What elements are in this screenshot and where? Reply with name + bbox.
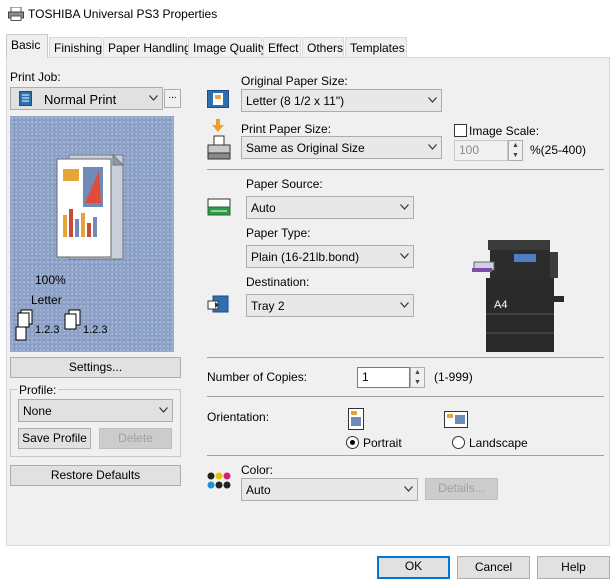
chevron-down-icon	[400, 302, 409, 308]
chevron-down-icon	[159, 407, 168, 413]
preview-copies-b: 1.2.3	[83, 324, 108, 336]
tab-paper-handling[interactable]: Paper Handling	[103, 37, 191, 57]
preview-paper-size: Letter	[31, 293, 62, 307]
divider	[207, 357, 604, 358]
preview-copies-a: 1.2.3	[35, 324, 60, 336]
destination-label: Destination:	[246, 275, 310, 289]
chevron-down-icon	[428, 97, 437, 103]
stack-icon	[64, 309, 81, 330]
color-value: Auto	[246, 483, 271, 497]
divider	[207, 169, 604, 170]
original-paper-size-select[interactable]: Letter (8 1/2 x 11")	[241, 89, 442, 112]
paper-type-value: Plain (16-21lb.bond)	[251, 250, 360, 264]
cancel-button[interactable]: Cancel	[457, 556, 530, 579]
paper-type-select[interactable]: Plain (16-21lb.bond)	[246, 245, 414, 268]
color-label: Color:	[241, 463, 274, 477]
chevron-down-icon	[404, 486, 413, 492]
print-job-select[interactable]: Normal Print	[10, 87, 163, 110]
chevron-down-icon	[400, 204, 409, 210]
color-dots-icon	[207, 472, 231, 489]
delete-profile-button[interactable]: Delete	[99, 428, 172, 449]
print-job-more-button[interactable]: ...	[164, 89, 181, 108]
collate-stack-icon	[15, 309, 33, 341]
portrait-label: Portrait	[363, 436, 402, 450]
help-button[interactable]: Help	[537, 556, 610, 579]
destination-select[interactable]: Tray 2	[246, 294, 414, 317]
tab-templates[interactable]: Templates	[345, 37, 407, 57]
chevron-down-icon	[428, 144, 437, 150]
print-paper-size-value: Same as Original Size	[246, 141, 365, 155]
image-scale-range: %(25-400)	[530, 143, 587, 157]
profile-value: None	[23, 404, 52, 418]
copies-input[interactable]: 1	[357, 367, 410, 388]
portrait-radio[interactable]	[346, 436, 359, 449]
paper-source-label: Paper Source:	[246, 177, 323, 191]
landscape-icon	[444, 411, 468, 428]
document-preview-icon	[56, 153, 125, 260]
image-scale-checkbox[interactable]	[454, 124, 467, 137]
print-paper-size-label: Print Paper Size:	[241, 122, 332, 136]
original-paper-size-value: Letter (8 1/2 x 11")	[246, 94, 345, 108]
print-paper-printer-icon	[207, 135, 231, 160]
landscape-label: Landscape	[469, 436, 528, 450]
copies-range: (1-999)	[434, 370, 473, 384]
divider	[207, 396, 604, 397]
title-bar: TOSHIBA Universal PS3 Properties	[0, 0, 616, 30]
copies-spinner[interactable]: ▲ ▼	[410, 367, 425, 388]
destination-value: Tray 2	[251, 299, 285, 313]
chevron-down-icon	[400, 253, 409, 259]
paper-tray-icon	[207, 198, 231, 216]
tab-basic[interactable]: Basic	[6, 34, 48, 58]
copies-label: Number of Copies:	[207, 370, 308, 384]
paper-source-select[interactable]: Auto	[246, 196, 414, 219]
image-scale-spinner[interactable]: ▲ ▼	[508, 140, 523, 161]
print-job-value: Normal Print	[44, 92, 117, 107]
save-profile-button[interactable]: Save Profile	[18, 428, 91, 449]
preview-pane: 100% Letter 1.2.3 1.2.3	[10, 116, 174, 352]
arrow-down-icon	[212, 119, 224, 132]
landscape-radio[interactable]	[452, 436, 465, 449]
ok-button[interactable]: OK	[377, 556, 450, 579]
chevron-down-icon	[149, 95, 158, 101]
color-select[interactable]: Auto	[241, 478, 418, 501]
paper-source-value: Auto	[251, 201, 276, 215]
printer-tray-label: A4	[494, 299, 508, 311]
tab-finishing[interactable]: Finishing	[49, 37, 102, 57]
window-title: TOSHIBA Universal PS3 Properties	[28, 7, 218, 21]
document-icon	[19, 91, 32, 106]
tab-others[interactable]: Others	[302, 37, 344, 57]
output-tray-icon	[207, 295, 229, 313]
printer-device-icon	[472, 240, 564, 352]
printer-icon	[8, 7, 24, 21]
settings-button[interactable]: Settings...	[10, 357, 181, 378]
preview-zoom: 100%	[35, 273, 66, 287]
portrait-icon	[348, 408, 364, 430]
print-paper-size-select[interactable]: Same as Original Size	[241, 136, 442, 159]
image-scale-label: Image Scale:	[469, 124, 540, 138]
tab-effect[interactable]: Effect	[263, 37, 301, 57]
restore-defaults-button[interactable]: Restore Defaults	[10, 465, 181, 486]
profile-label: Profile:	[17, 383, 59, 397]
profile-select[interactable]: None	[18, 399, 173, 422]
paper-type-label: Paper Type:	[246, 226, 311, 240]
color-details-button[interactable]: Details...	[425, 478, 498, 500]
print-job-label: Print Job:	[10, 70, 61, 84]
divider	[207, 455, 604, 456]
image-scale-input[interactable]: 100	[454, 140, 508, 161]
original-paper-icon	[207, 90, 229, 108]
tab-image-quality[interactable]: Image Quality	[188, 37, 267, 57]
original-paper-size-label: Original Paper Size:	[241, 74, 348, 88]
orientation-label: Orientation:	[207, 410, 270, 424]
